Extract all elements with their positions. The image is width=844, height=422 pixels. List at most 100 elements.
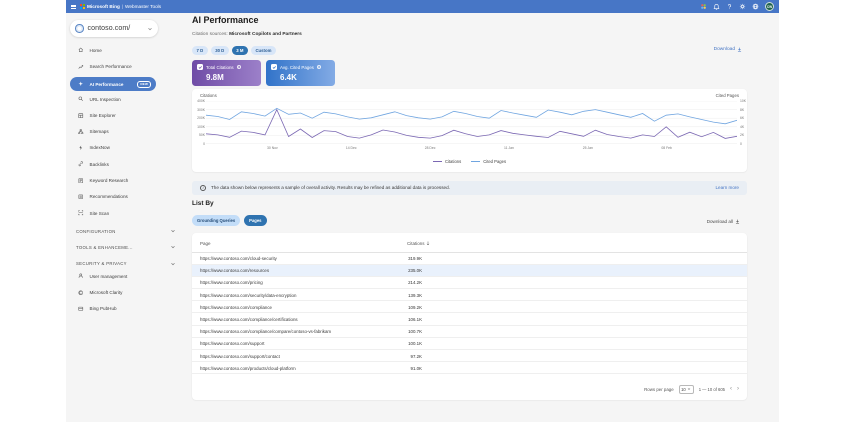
legend-item-cited-pages[interactable]: Cited Pages bbox=[471, 159, 506, 164]
page-url-cell[interactable]: https://www.contoso.com/products/cloud-p… bbox=[200, 366, 296, 371]
page-url-cell[interactable]: https://www.contoso.com/security/data-en… bbox=[200, 293, 296, 298]
sidebar-item-ai-performance[interactable]: AI PerformanceNEW bbox=[70, 77, 156, 91]
citations-cell: 319.9K bbox=[407, 256, 422, 261]
link-icon bbox=[78, 161, 84, 167]
page-url-cell[interactable]: https://www.contoso.com/pricing bbox=[200, 280, 263, 285]
legend-item-citations[interactable]: Citations bbox=[433, 159, 461, 164]
series-cited-pages bbox=[206, 108, 737, 124]
table-row[interactable]: https://www.contoso.com/support 100.1K bbox=[192, 338, 747, 350]
pagination-range: 1 — 10 of 605 bbox=[699, 387, 725, 392]
kpi-value: 9.8M bbox=[206, 73, 256, 82]
section-title: CONFIGURATION bbox=[76, 229, 116, 234]
grid-icon bbox=[78, 113, 84, 119]
citations-cell: 235.0K bbox=[407, 268, 422, 273]
table-row[interactable]: https://www.contoso.com/security/data-en… bbox=[192, 289, 747, 301]
trend-icon bbox=[78, 64, 84, 70]
sidebar-item-label: Recommendations bbox=[90, 194, 128, 199]
table-row[interactable]: https://www.contoso.com/compliance/certi… bbox=[192, 313, 747, 325]
feedback-icon[interactable] bbox=[700, 3, 707, 10]
notifications-icon[interactable] bbox=[713, 3, 720, 10]
page-url-cell[interactable]: https://www.contoso.com/cloud-security bbox=[200, 256, 277, 261]
table-row[interactable]: https://www.contoso.com/support/contact9… bbox=[192, 350, 747, 362]
new-badge: NEW bbox=[137, 81, 151, 88]
magnifier-icon bbox=[78, 96, 84, 102]
chevron-down-icon bbox=[147, 26, 153, 32]
microsoft-logo-icon bbox=[80, 4, 85, 9]
sidebar-item-user-management[interactable]: User management bbox=[66, 268, 186, 284]
help-icon[interactable] bbox=[726, 3, 733, 10]
apps-icon[interactable] bbox=[752, 3, 759, 10]
sidebar-item-recommendations[interactable]: Recommendations bbox=[66, 189, 186, 205]
legend-label: Cited Pages bbox=[483, 159, 506, 164]
list-by-tab-grounding-queries[interactable]: Grounding Queries bbox=[192, 215, 240, 226]
section-title: TOOLS & ENHANCEME... bbox=[76, 245, 133, 250]
filter-pill-30-d[interactable]: 30 D bbox=[211, 46, 229, 55]
table-row[interactable]: https://www.contoso.com/compliance/compa… bbox=[192, 326, 747, 338]
hamburger-menu-icon[interactable] bbox=[71, 5, 76, 9]
line-chart[interactable] bbox=[206, 101, 737, 144]
page-url-cell[interactable]: https://www.contoso.com/compliance/certi… bbox=[200, 317, 298, 322]
sidebar-item-keyword-research[interactable]: Keyword Research bbox=[66, 172, 186, 188]
table-row[interactable]: https://www.contoso.com/compliance 109.2K bbox=[192, 301, 747, 313]
learn-more-link[interactable]: Learn more bbox=[716, 185, 740, 190]
citations-cell: 139.3K bbox=[407, 293, 422, 298]
column-header-citations[interactable]: Citations bbox=[407, 241, 430, 246]
sidebar-item-search-performance[interactable]: Search Performance bbox=[66, 58, 186, 74]
info-icon: i bbox=[237, 65, 241, 69]
table-row[interactable]: https://www.contoso.com/products/cloud-p… bbox=[192, 362, 747, 374]
page-url-cell[interactable]: https://www.contoso.com/resources bbox=[200, 268, 269, 273]
sidebar-item-backlinks[interactable]: Backlinks bbox=[66, 156, 186, 172]
page-url-cell[interactable]: https://www.contoso.com/support/contact bbox=[200, 354, 280, 359]
kpi-card-total-citations[interactable]: Total Citations i 9.8M bbox=[192, 60, 261, 86]
kpi-card-avg-cited-pages[interactable]: Avg. Cited Pages i 6.4K bbox=[266, 60, 335, 86]
checkbox-checked-icon[interactable] bbox=[271, 64, 277, 70]
column-header-page[interactable]: Page bbox=[200, 241, 211, 246]
download-icon bbox=[737, 47, 742, 52]
list-by-tab-pages[interactable]: Pages bbox=[244, 215, 266, 226]
pubhub-icon bbox=[78, 306, 84, 312]
citations-cell: 100.1K bbox=[407, 341, 422, 346]
sidebar-item-sitemaps[interactable]: Sitemaps bbox=[66, 123, 186, 139]
table-row[interactable]: https://www.contoso.com/resources 235.0K bbox=[192, 265, 747, 277]
sidebar-item-label: Home bbox=[90, 48, 102, 53]
rows-per-page-select[interactable]: 10 bbox=[679, 385, 694, 395]
sidebar-item-url-inspection[interactable]: URL Inspection bbox=[66, 91, 186, 107]
y-tick-left: 100K bbox=[197, 125, 205, 129]
sidebar-item-microsoft-clarity[interactable]: Microsoft Clarity bbox=[66, 284, 186, 300]
sidebar-item-site-scan[interactable]: Site Scan bbox=[66, 205, 186, 221]
table-header: Page Citations bbox=[192, 233, 747, 253]
sidebar-item-site-explorer[interactable]: Site Explorer bbox=[66, 107, 186, 123]
filter-pill-custom[interactable]: Custom bbox=[251, 46, 276, 55]
page-url-cell[interactable]: https://www.contoso.com/support bbox=[200, 341, 264, 346]
y-tick-left: 400K bbox=[197, 99, 205, 103]
prev-page-button[interactable]: ‹ bbox=[730, 386, 732, 392]
citations-cell: 109.2K bbox=[407, 305, 422, 310]
indexnow-icon bbox=[78, 145, 84, 151]
sidebar-item-indexnow[interactable]: IndexNow bbox=[66, 140, 186, 156]
table-pagination: Rows per page 10 1 — 10 of 605 ‹ › bbox=[644, 385, 739, 395]
filter-pill-7-d[interactable]: 7 D bbox=[192, 46, 208, 55]
sidebar-item-label: Site Scan bbox=[90, 211, 110, 216]
download-all-link[interactable]: Download all bbox=[707, 219, 740, 224]
citations-chart-card: Citations Cited Pages 400K300K200K100K50… bbox=[192, 89, 747, 172]
table-row[interactable]: https://www.contoso.com/cloud-security 31… bbox=[192, 253, 747, 265]
y-tick-right: 2K bbox=[740, 133, 744, 137]
filter-pill-3-m[interactable]: 3 M bbox=[232, 46, 248, 55]
user-avatar[interactable]: CW bbox=[765, 2, 774, 11]
page-url-cell[interactable]: https://www.contoso.com/compliance/compa… bbox=[200, 329, 331, 334]
settings-icon[interactable] bbox=[739, 3, 746, 10]
checkbox-checked-icon[interactable] bbox=[197, 64, 203, 70]
sidebar-section-configuration[interactable]: CONFIGURATION bbox=[66, 223, 186, 239]
download-link[interactable]: Download bbox=[714, 47, 742, 52]
sidebar-item-home[interactable]: Home bbox=[66, 42, 186, 58]
citations-cell: 100.7K bbox=[407, 329, 422, 334]
sidebar-section-tools-enhanceme-[interactable]: TOOLS & ENHANCEME... bbox=[66, 239, 186, 255]
table-row[interactable]: https://www.contoso.com/pricing214.2K bbox=[192, 277, 747, 289]
sidebar-item-label: Bing PubHub bbox=[90, 306, 117, 311]
site-selector[interactable]: contoso.com/ bbox=[70, 20, 158, 37]
sidebar-item-bing-pubhub[interactable]: Bing PubHub bbox=[66, 301, 186, 317]
page-url-cell[interactable]: https://www.contoso.com/compliance bbox=[200, 305, 272, 310]
x-tick: 14 Dec bbox=[346, 146, 357, 150]
sidebar-item-label: Microsoft Clarity bbox=[90, 290, 123, 295]
next-page-button[interactable]: › bbox=[737, 386, 739, 392]
